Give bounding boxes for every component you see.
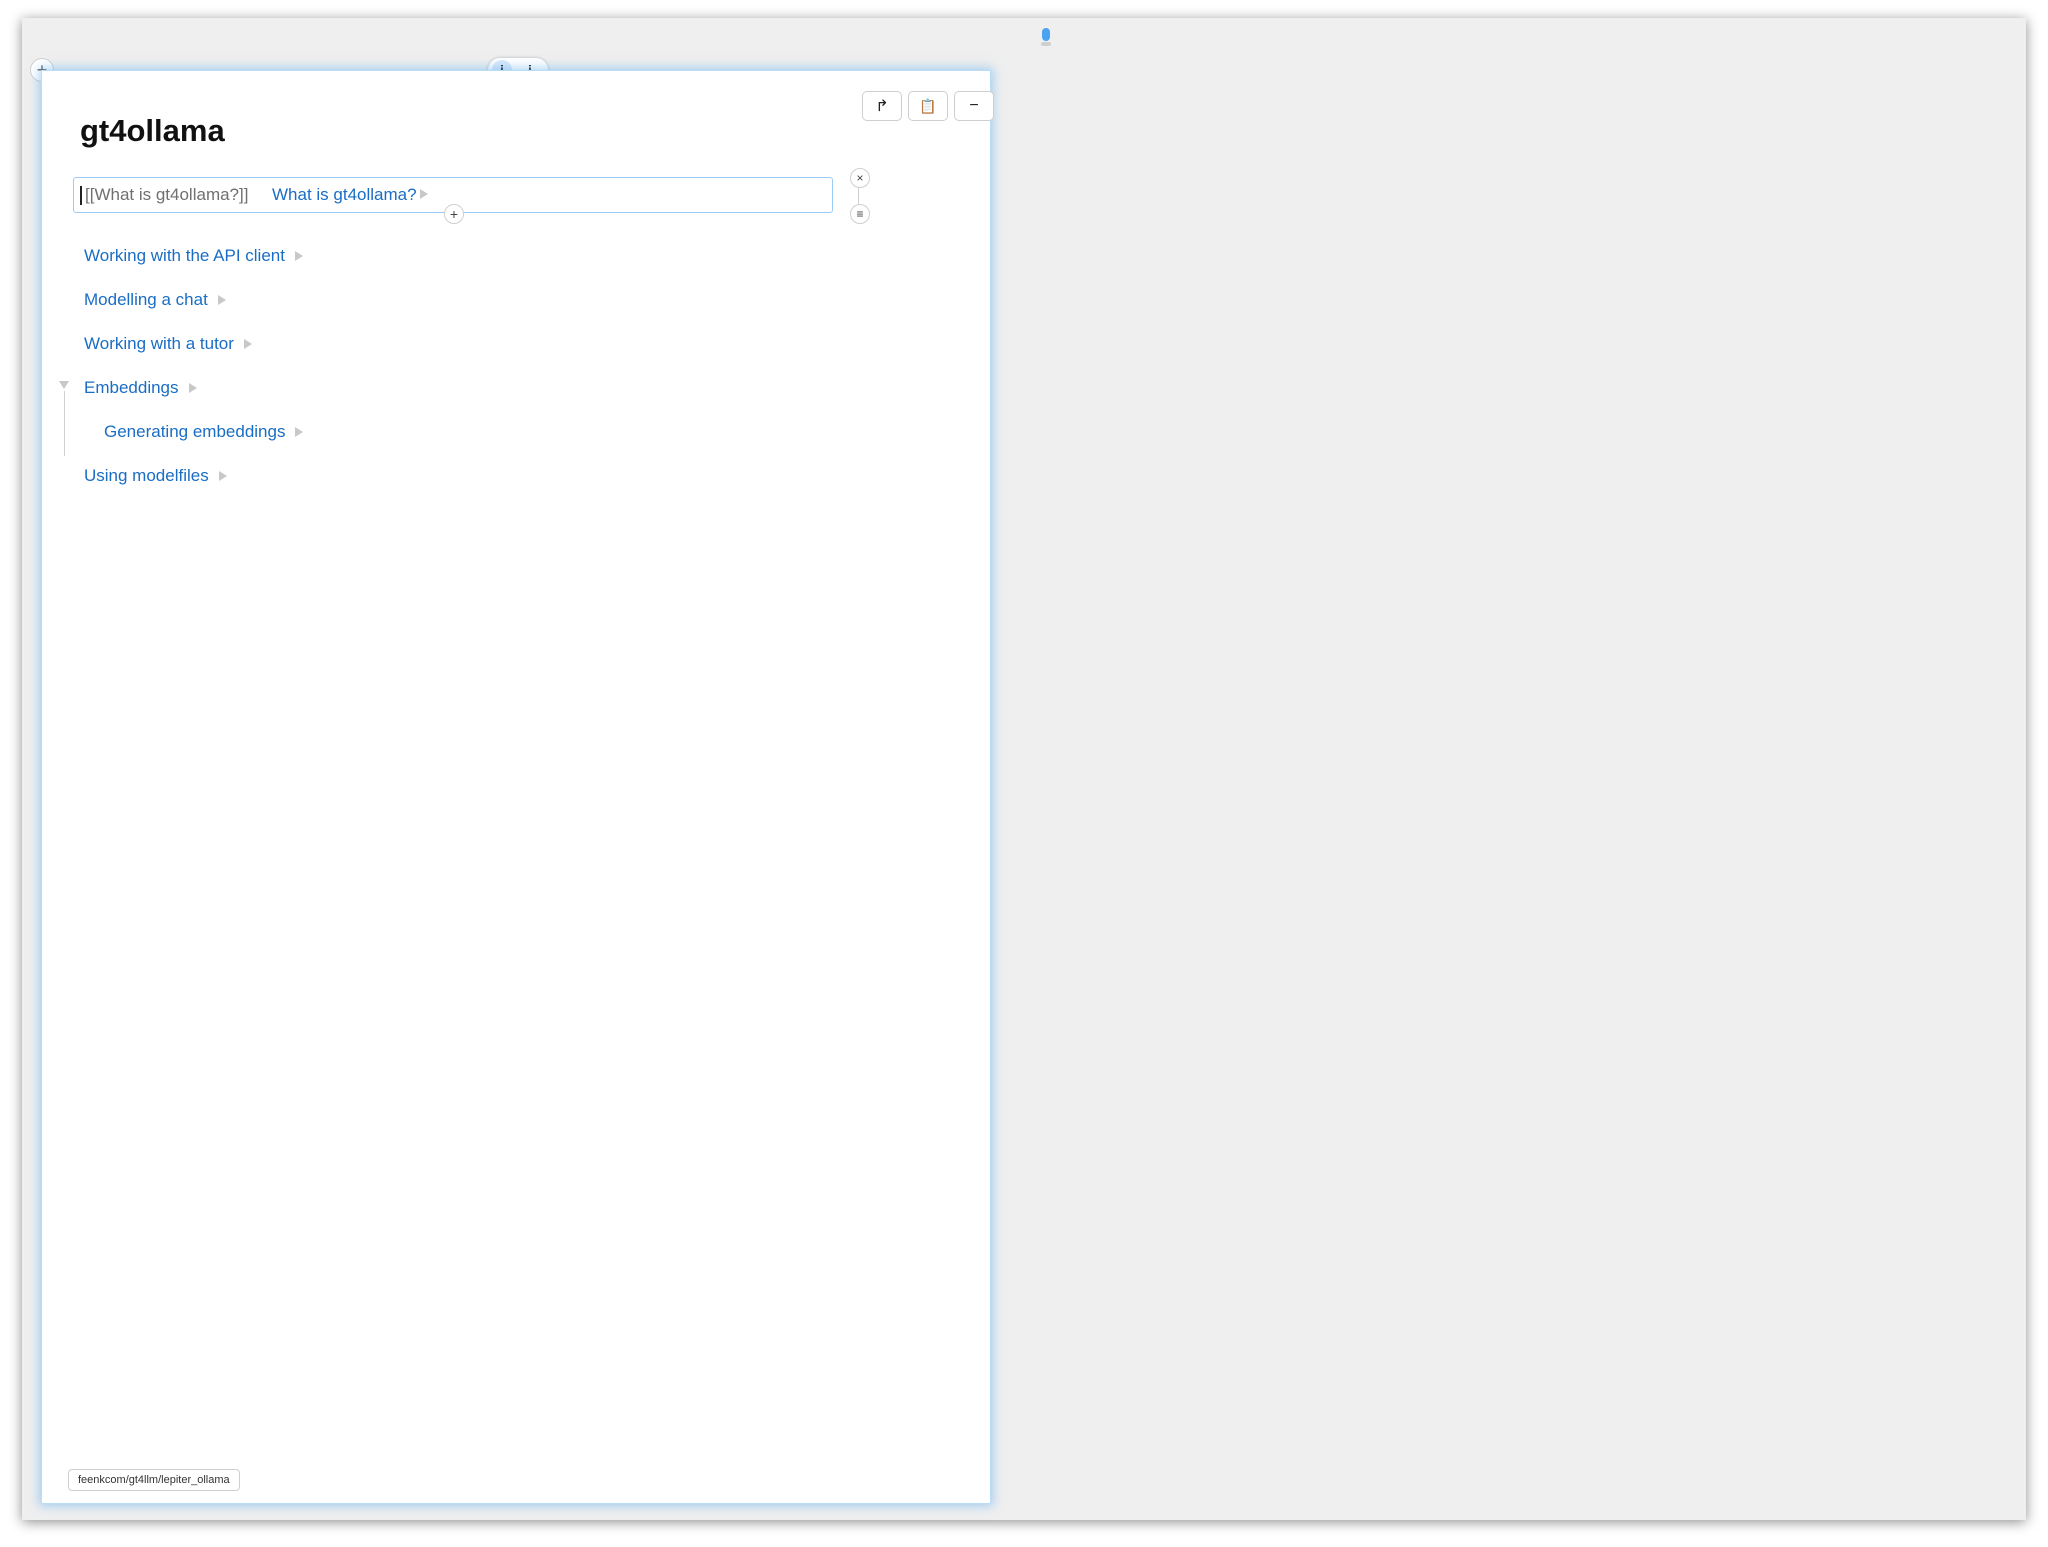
lepiter-page: gt4ollama ↱ 📋 − [[What is gt4ollama?]] W… (41, 70, 994, 1504)
expand-arrow-icon[interactable] (243, 339, 252, 349)
list-item[interactable]: Working with a tutor (84, 334, 252, 354)
expand-arrow-icon[interactable] (420, 189, 428, 199)
expand-arrow-icon[interactable] (188, 383, 197, 393)
handle-blob (1042, 28, 1050, 41)
minus-icon: − (969, 97, 979, 114)
add-snippet-button[interactable]: + (444, 204, 464, 224)
collapse-arrow-icon[interactable] (59, 381, 69, 389)
menu-icon: ≡ (856, 207, 864, 221)
page-link[interactable]: Modelling a chat (84, 290, 208, 310)
pane-resize-handle[interactable] (1041, 28, 1051, 46)
copy-button[interactable]: 📋 (908, 91, 948, 121)
page-link[interactable]: Embeddings (84, 378, 179, 398)
expand-arrow-icon[interactable] (295, 427, 304, 437)
snippet-markup[interactable]: [[What is gt4ollama?]] (85, 185, 248, 205)
list-item[interactable]: Working with the API client (84, 246, 303, 266)
expand-arrow-icon[interactable] (217, 295, 226, 305)
minimize-button[interactable]: − (954, 91, 994, 121)
handle-base (1041, 42, 1051, 46)
editing-snippet[interactable]: [[What is gt4ollama?]] What is gt4ollama… (73, 168, 870, 224)
page-title: gt4ollama (80, 113, 225, 148)
repository-badge: feenkcom/gt4llm/lepiter_ollama (68, 1469, 240, 1491)
list-item[interactable]: Embeddings (84, 378, 197, 398)
text-cursor (80, 186, 82, 205)
list-item[interactable]: Modelling a chat (84, 290, 226, 310)
share-arrow-icon: ↱ (875, 98, 889, 115)
snippet-divider (858, 186, 859, 204)
close-snippet-button[interactable]: × (850, 168, 870, 188)
snippet-menu-button[interactable]: ≡ (850, 204, 870, 224)
page-link[interactable]: Working with a tutor (84, 334, 234, 354)
list-item[interactable]: Generating embeddings (104, 422, 304, 442)
page-toolbar: ↱ 📋 − (862, 91, 994, 121)
share-button[interactable]: ↱ (862, 91, 902, 121)
expand-arrow-icon[interactable] (294, 251, 303, 261)
app-window: + i i gt4ollama ↱ 📋 − [[What is gt4ollam… (22, 18, 2026, 1520)
clipboard-icon: 📋 (919, 97, 937, 114)
page-link[interactable]: Generating embeddings (104, 422, 285, 442)
expand-arrow-icon[interactable] (218, 471, 227, 481)
close-icon: × (856, 171, 864, 185)
page-link[interactable]: Working with the API client (84, 246, 285, 266)
snippet-link[interactable]: What is gt4ollama? (272, 185, 417, 205)
tree-guide-line (64, 391, 65, 456)
page-link[interactable]: Using modelfiles (84, 466, 209, 486)
plus-icon: + (449, 206, 459, 222)
list-item[interactable]: Using modelfiles (84, 466, 227, 486)
